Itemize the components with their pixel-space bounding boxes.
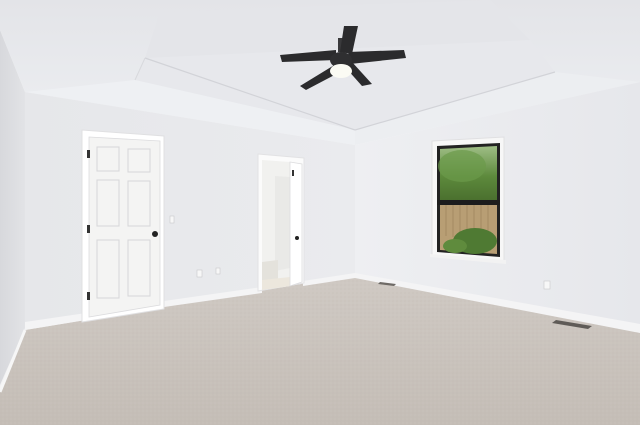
panel-door xyxy=(81,129,165,323)
room-photo xyxy=(0,0,640,425)
fan-light-icon xyxy=(330,64,352,78)
bathroom-door-knob-icon xyxy=(295,236,299,240)
window xyxy=(430,136,506,264)
outlet-icon xyxy=(196,269,203,278)
outlet-icon xyxy=(215,267,221,275)
door-hinge-icon xyxy=(87,150,90,158)
bathroom-doorway xyxy=(257,153,305,292)
light-switch-icon xyxy=(169,215,175,224)
door-knob-icon xyxy=(152,231,158,237)
outlet-icon xyxy=(543,280,551,290)
